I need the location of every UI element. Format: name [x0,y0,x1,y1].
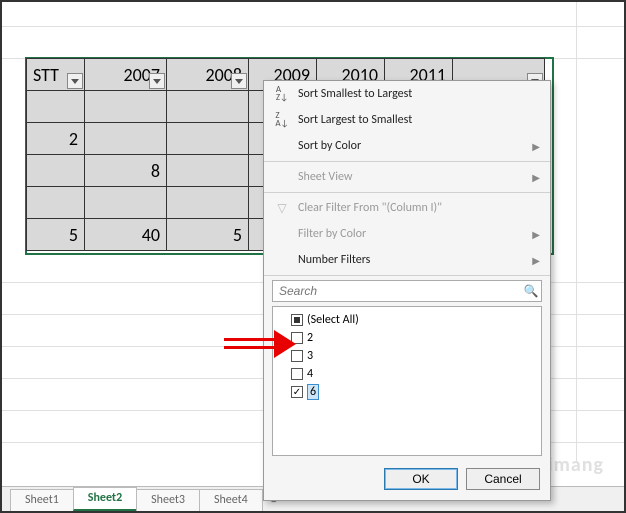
checkbox-mixed-icon[interactable] [291,314,303,326]
clear-filter-icon: ▽ [272,201,292,216]
separator [264,161,550,162]
number-filters-item[interactable]: Number Filters ▶ [264,247,550,273]
autofilter-dropdown: AZ↓ Sort Smallest to Largest ZA↓ Sort La… [263,80,551,501]
filter-dropdown-icon[interactable] [149,73,165,89]
tab-sheet2[interactable]: Sheet2 [73,487,137,511]
submenu-arrow-icon: ▶ [532,140,540,153]
tab-sheet4[interactable]: Sheet4 [199,489,263,511]
sort-asc-item[interactable]: AZ↓ Sort Smallest to Largest [264,81,550,107]
filter-option[interactable]: 3 [277,347,537,365]
checkbox-checked-icon[interactable] [291,386,303,398]
filter-option[interactable]: 4 [277,365,537,383]
filter-dropdown-icon[interactable] [67,73,83,89]
sheet-view-item: Sheet View ▶ [264,164,550,190]
clear-filter-item: ▽ Clear Filter From "(Column I)" [264,195,550,221]
search-input[interactable] [273,284,521,298]
checkbox-icon[interactable] [291,332,303,344]
sort-by-color-item[interactable]: Sort by Color ▶ [264,133,550,159]
search-icon: 🔍 [521,284,541,299]
sort-desc-item[interactable]: ZA↓ Sort Largest to Smallest [264,107,550,133]
submenu-arrow-icon: ▶ [532,171,540,184]
col-label: STT [33,64,59,86]
separator [264,192,550,193]
filter-dropdown-icon[interactable] [231,73,247,89]
tab-sheet3[interactable]: Sheet3 [136,489,200,511]
filter-by-color-item: Filter by Color ▶ [264,221,550,247]
filter-option-selected[interactable]: 6 [277,383,537,401]
cancel-button[interactable]: Cancel [466,468,540,490]
col-stt[interactable]: STT [27,59,85,91]
checkbox-icon[interactable] [291,368,303,380]
submenu-arrow-icon: ▶ [532,254,540,267]
filter-option[interactable]: 2 [277,329,537,347]
submenu-arrow-icon: ▶ [532,228,540,241]
sort-asc-icon: AZ↓ [272,86,292,102]
filter-search[interactable]: 🔍 [272,280,542,302]
sort-desc-icon: ZA↓ [272,112,292,128]
checkbox-icon[interactable] [291,350,303,362]
ok-button[interactable]: OK [384,468,458,490]
select-all-row[interactable]: (Select All) [277,311,537,329]
filter-value-list[interactable]: (Select All) 2 3 4 6 [272,306,542,456]
col-2007[interactable]: 2007 [85,59,167,91]
col-2008[interactable]: 2008 [167,59,249,91]
tab-sheet1[interactable]: Sheet1 [10,489,74,511]
separator [264,275,550,276]
